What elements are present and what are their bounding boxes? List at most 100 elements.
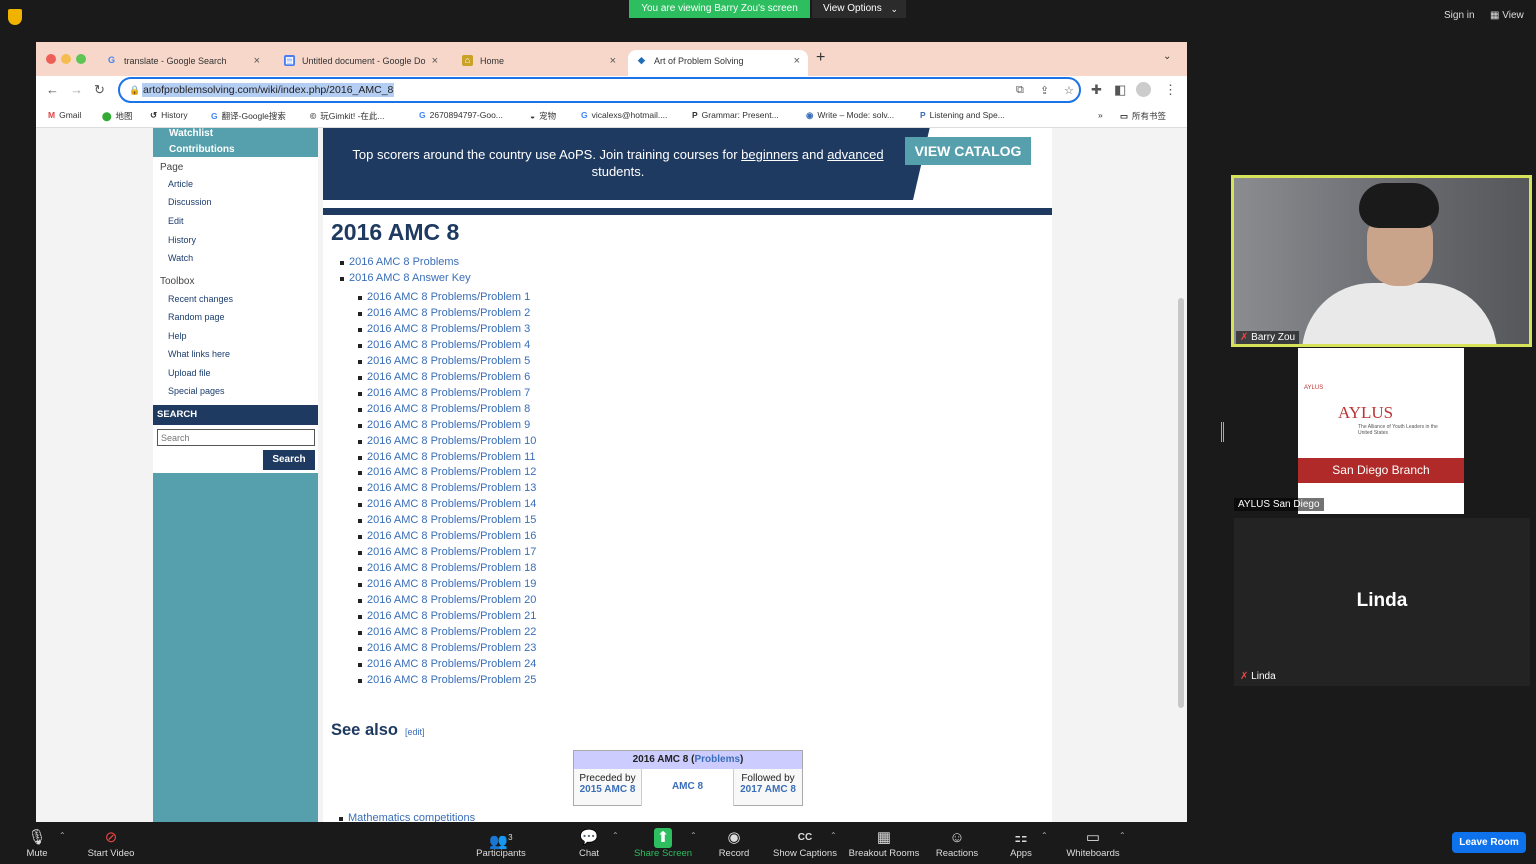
mute-button[interactable]: 🎙 Mute [22, 828, 52, 859]
leave-room-button[interactable]: Leave Room [1452, 832, 1526, 853]
watchlist-link[interactable]: Watchlist [169, 128, 213, 139]
security-shield-icon[interactable] [8, 9, 22, 25]
breakout-rooms-button[interactable]: ▦ Breakout Rooms [846, 828, 922, 859]
sign-in-link[interactable]: Sign in [1444, 10, 1475, 21]
participants-button[interactable]: 👥3 Participants [470, 828, 532, 859]
problem-link[interactable]: 2016 AMC 8 Problems/Problem 7 [357, 387, 530, 399]
answer-key-link[interactable]: 2016 AMC 8 Answer Key [340, 272, 471, 284]
view-options-button[interactable]: View Options ⌄ [812, 0, 906, 18]
problem-link[interactable]: 2016 AMC 8 Problems/Problem 22 [357, 626, 536, 638]
search-input[interactable] [157, 429, 315, 446]
close-tab-icon[interactable]: × [610, 50, 616, 72]
reload-icon[interactable]: ↻ [94, 82, 105, 98]
page-scrollbar[interactable] [1178, 298, 1184, 708]
sidebar-item-random-page[interactable]: Random page [168, 312, 225, 322]
video-tile-aylus[interactable]: AYLUS AYLUS The Alliance of Youth Leader… [1234, 348, 1530, 516]
bookmarks-overflow-button[interactable]: » [1098, 110, 1103, 120]
apps-button[interactable]: ⚏ Apps [1008, 828, 1034, 859]
whiteboards-button[interactable]: ▭ Whiteboards [1062, 828, 1124, 859]
sidebar-item-history[interactable]: History [168, 235, 196, 245]
browser-menu-icon[interactable]: ⋮ [1164, 82, 1177, 98]
advanced-link[interactable]: advanced [827, 147, 883, 162]
bookmark-maps[interactable]: ⬤ 地图 [102, 110, 133, 122]
bookmark-history[interactable]: ↺ History [150, 110, 188, 121]
problem-link[interactable]: 2016 AMC 8 Problems/Problem 16 [357, 530, 536, 542]
mute-options-chevron-icon[interactable]: ⌃ [59, 831, 66, 840]
tab-translate[interactable]: G translate - Google Search × [98, 50, 268, 76]
url-text[interactable]: artofproblemsolving.com/wiki/index.php/2… [142, 83, 395, 97]
problem-link[interactable]: 2016 AMC 8 Problems/Problem 1 [357, 291, 530, 303]
sidebar-item-recent-changes[interactable]: Recent changes [168, 294, 233, 304]
bookmark-translate[interactable]: G 翻译-Google搜索 [211, 110, 286, 122]
problem-link[interactable]: 2016 AMC 8 Problems/Problem 14 [357, 498, 536, 510]
close-window-icon[interactable] [46, 54, 56, 64]
sidebar-item-upload-file[interactable]: Upload file [168, 368, 211, 378]
followed-link[interactable]: 2017 AMC 8 [740, 784, 796, 795]
problems-table-link[interactable]: Problems [694, 754, 740, 765]
problem-link[interactable]: 2016 AMC 8 Problems/Problem 10 [357, 435, 536, 447]
problem-link[interactable]: 2016 AMC 8 Problems/Problem 25 [357, 674, 536, 686]
forward-icon[interactable]: → [70, 82, 83, 97]
problems-link[interactable]: 2016 AMC 8 Problems [339, 256, 459, 268]
problem-link[interactable]: 2016 AMC 8 Problems/Problem 17 [357, 546, 536, 558]
back-icon[interactable]: ← [46, 82, 59, 97]
sidebar-item-edit[interactable]: Edit [168, 216, 184, 226]
all-bookmarks-folder[interactable]: ▭ 所有书签 [1120, 110, 1166, 122]
start-video-button[interactable]: ⊘ Start Video [82, 828, 140, 859]
amc8-link[interactable]: AMC 8 [672, 781, 703, 792]
minimize-window-icon[interactable] [61, 54, 71, 64]
apps-options-chevron-icon[interactable]: ⌃ [1041, 831, 1048, 840]
view-button[interactable]: ▦ View [1490, 10, 1524, 21]
sidebar-item-article[interactable]: Article [168, 179, 193, 189]
problem-link[interactable]: 2016 AMC 8 Problems/Problem 20 [357, 594, 536, 606]
problem-link[interactable]: 2016 AMC 8 Problems/Problem 2 [357, 307, 530, 319]
profile-avatar[interactable] [1136, 82, 1151, 97]
tab-home[interactable]: ⌂ Home × [454, 50, 624, 76]
search-button[interactable]: Search [263, 450, 315, 470]
problem-link[interactable]: 2016 AMC 8 Problems/Problem 23 [357, 642, 536, 654]
close-tab-icon[interactable]: × [428, 50, 438, 72]
bookmark-listening[interactable]: P Listening and Spe... [920, 110, 1005, 120]
video-tile-linda[interactable]: Linda ✗ Linda [1234, 518, 1530, 686]
chat-options-chevron-icon[interactable]: ⌃ [612, 831, 619, 840]
contributions-link[interactable]: Contributions [169, 144, 235, 155]
problem-link[interactable]: 2016 AMC 8 Problems/Problem 6 [357, 371, 530, 383]
bookmark-gmail[interactable]: M Gmail [48, 110, 81, 120]
extensions-icon[interactable]: ✚ [1091, 82, 1102, 98]
tab-untitled-document[interactable]: ▤ Untitled document - Google Do × [276, 50, 446, 76]
problem-link[interactable]: 2016 AMC 8 Problems/Problem 9 [357, 419, 530, 431]
problem-link[interactable]: 2016 AMC 8 Problems/Problem 21 [357, 610, 536, 622]
preceded-link[interactable]: 2015 AMC 8 [580, 784, 636, 795]
tab-search-chevron-icon[interactable]: ⌄ [1163, 51, 1171, 62]
mathematics-competitions-link[interactable]: Mathematics competitions [338, 812, 475, 822]
sidebar-item-discussion[interactable]: Discussion [168, 197, 212, 207]
view-catalog-button[interactable]: VIEW CATALOG [905, 137, 1031, 165]
problem-link[interactable]: 2016 AMC 8 Problems/Problem 12 [357, 466, 536, 478]
reactions-button[interactable]: ☺ Reactions [934, 828, 980, 859]
problem-link[interactable]: 2016 AMC 8 Problems/Problem 13 [357, 482, 536, 494]
problem-link[interactable]: 2016 AMC 8 Problems/Problem 5 [357, 355, 530, 367]
close-tab-icon[interactable]: × [254, 50, 260, 72]
tab-art-of-problem-solving[interactable]: ◆ Art of Problem Solving × [628, 50, 808, 76]
captions-options-chevron-icon[interactable]: ⌃ [830, 831, 837, 840]
sidebar-item-help[interactable]: Help [168, 331, 187, 341]
address-bar[interactable]: 🔒 artofproblemsolving.com/wiki/index.php… [118, 77, 1081, 103]
sidebar-item-what-links-here[interactable]: What links here [168, 349, 230, 359]
lock-icon[interactable]: 🔒 [129, 85, 140, 96]
whiteboard-options-chevron-icon[interactable]: ⌃ [1119, 831, 1126, 840]
share-screen-button[interactable]: ⬆ Share Screen [632, 828, 694, 859]
bookmark-star-icon[interactable]: ☆ [1064, 84, 1074, 97]
panel-resize-handle[interactable] [1221, 422, 1224, 442]
problem-link[interactable]: 2016 AMC 8 Problems/Problem 8 [357, 403, 530, 415]
chat-button[interactable]: 💬 Chat [574, 828, 604, 859]
problem-link[interactable]: 2016 AMC 8 Problems/Problem 19 [357, 578, 536, 590]
translate-icon[interactable]: ⧉ [1016, 84, 1024, 97]
sidebar-item-watch[interactable]: Watch [168, 253, 193, 263]
sidebar-item-special-pages[interactable]: Special pages [168, 386, 225, 396]
bookmark-hotmail[interactable]: Gvicalexs@hotmail.... [581, 110, 667, 120]
maximize-window-icon[interactable] [76, 54, 86, 64]
share-options-chevron-icon[interactable]: ⌃ [690, 831, 697, 840]
bookmark-grammar[interactable]: P Grammar: Present... [692, 110, 779, 120]
edit-section-link[interactable]: [edit] [405, 727, 425, 737]
problem-link[interactable]: 2016 AMC 8 Problems/Problem 11 [358, 451, 536, 463]
